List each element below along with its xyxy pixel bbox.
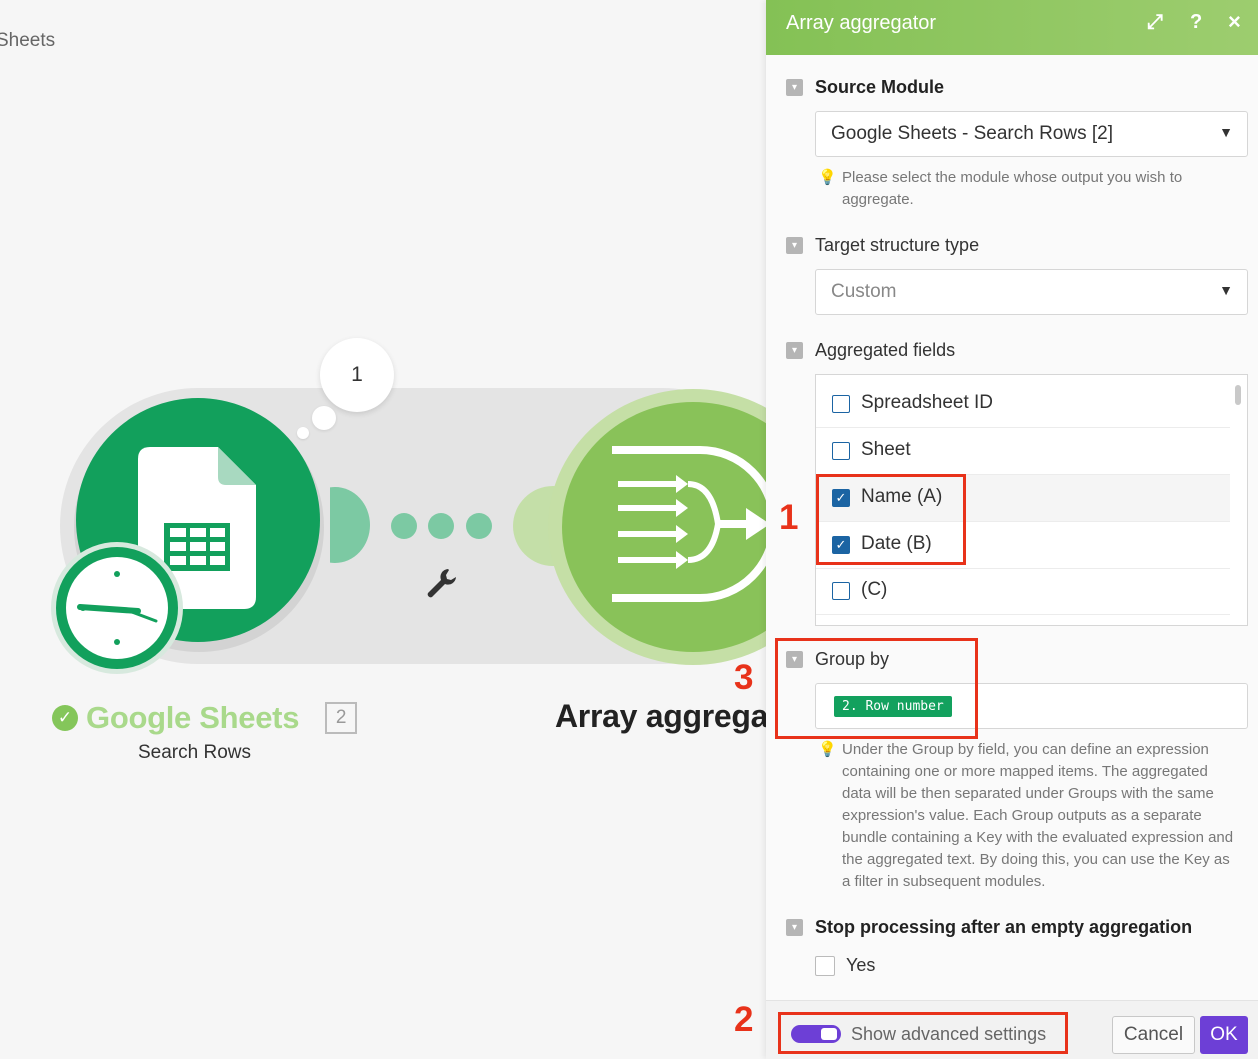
annotation-box-fields	[816, 474, 966, 565]
ok-button[interactable]: OK	[1200, 1016, 1248, 1054]
route-dot	[428, 513, 454, 539]
chevron-down-icon: ▼	[1219, 124, 1233, 140]
list-item-label: (C)	[861, 579, 888, 600]
lightbulb-icon: 💡	[818, 741, 837, 758]
annotation-number: 3	[734, 658, 754, 697]
target-structure-select[interactable]: Custom ▼	[815, 269, 1248, 315]
source-module-value: Google Sheets - Search Rows [2]	[831, 123, 1113, 144]
stop-processing-option: Yes	[846, 955, 876, 975]
source-module-select[interactable]: Google Sheets - Search Rows [2] ▼	[815, 111, 1248, 157]
operations-count-bubble[interactable]: 1	[320, 338, 394, 412]
bubble-mid	[312, 406, 336, 430]
list-item-label: Sheet	[861, 439, 911, 460]
source-module-label: Source Module	[815, 77, 945, 97]
target-structure-label: Target structure type	[815, 235, 980, 255]
aggregated-fields-label: Aggregated fields	[815, 340, 956, 360]
route-dot	[391, 513, 417, 539]
list-item[interactable]: (C)	[816, 568, 1230, 615]
wrench-icon[interactable]	[424, 566, 458, 600]
list-item[interactable]: Sheet	[816, 428, 1230, 475]
panel-header: Array aggregator ⤢ ? ×	[766, 0, 1258, 55]
checkbox[interactable]	[832, 582, 850, 600]
bubble-small	[297, 427, 309, 439]
schedule-clock-icon[interactable]	[51, 542, 183, 674]
array-aggregator-title: Array aggrega	[555, 698, 766, 734]
section-collapse-icon[interactable]: ▾	[786, 79, 803, 96]
stop-processing-label: Stop processing after an empty aggregati…	[815, 917, 1193, 937]
source-module-help: 💡 Please select the module whose output …	[818, 169, 1183, 208]
help-icon[interactable]: ?	[1190, 11, 1202, 34]
section-collapse-icon[interactable]: ▾	[786, 237, 803, 254]
annotation-number: 2	[734, 1000, 754, 1039]
lightbulb-icon: 💡	[818, 169, 837, 186]
google-sheets-label: ✓ Google Sheets 2	[52, 700, 358, 736]
array-aggregator-icon	[612, 446, 766, 602]
list-item-label: Spreadsheet ID	[861, 392, 994, 413]
panel-title: Array aggregator	[786, 12, 937, 34]
stop-processing-checkbox[interactable]	[815, 956, 835, 976]
google-sheets-title: Google Sheets	[86, 700, 300, 735]
target-structure-value: Custom	[831, 281, 897, 302]
scenario-canvas[interactable]: Sheets 1 ✓ Google Sheets 2 Search Rows A…	[0, 0, 766, 1059]
expand-icon[interactable]: ⤢	[1147, 11, 1163, 34]
check-circle-icon: ✓	[52, 705, 78, 731]
checkbox[interactable]	[832, 395, 850, 413]
module-id-badge: 2	[325, 702, 358, 734]
clock-face	[66, 557, 168, 659]
route-dot	[466, 513, 492, 539]
google-sheets-subtitle: Search Rows	[138, 742, 251, 763]
annotation-box-group-by	[775, 638, 978, 739]
canvas-title: Sheets	[0, 30, 56, 51]
checkbox[interactable]	[832, 442, 850, 460]
chevron-down-icon: ▼	[1219, 282, 1233, 298]
annotation-number: 1	[779, 498, 799, 537]
close-icon[interactable]: ×	[1228, 9, 1241, 35]
list-scrollbar[interactable]	[1235, 385, 1241, 405]
list-item[interactable]: Spreadsheet ID	[816, 381, 1230, 428]
annotation-box-advanced	[778, 1012, 1068, 1054]
section-collapse-icon[interactable]: ▾	[786, 342, 803, 359]
section-collapse-icon[interactable]: ▾	[786, 919, 803, 936]
group-by-help: 💡 Under the Group by field, you can defi…	[818, 741, 1234, 890]
cancel-button[interactable]: Cancel	[1112, 1016, 1195, 1054]
clock-hands-icon	[77, 571, 158, 645]
